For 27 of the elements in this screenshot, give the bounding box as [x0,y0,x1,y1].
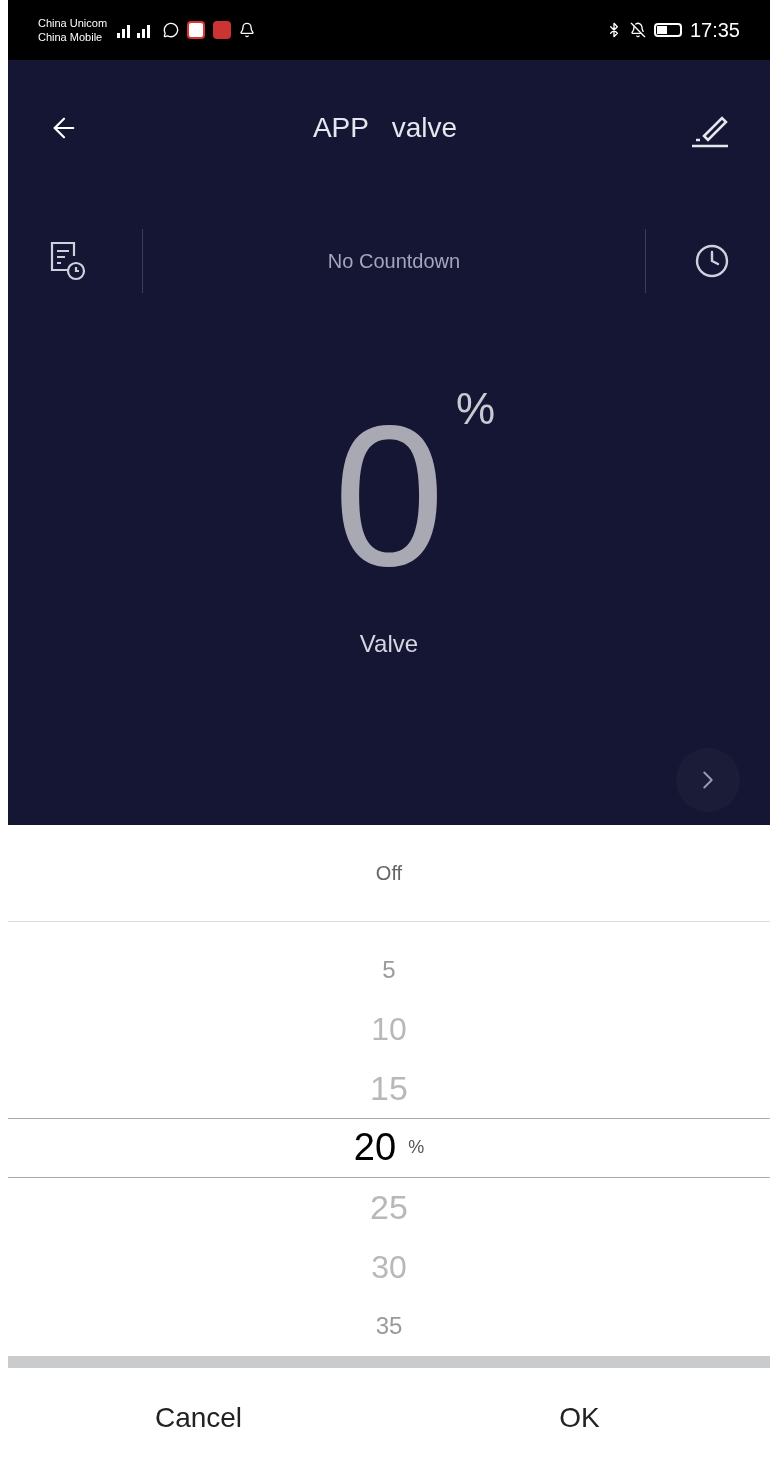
mute-icon [629,22,646,38]
percent-unit: % [408,1136,425,1160]
countdown-status: No Countdown [326,249,462,274]
battery-icon [653,23,682,37]
chat-icon [163,22,180,38]
picker-value[interactable]: 15 [370,1063,408,1114]
schedule-list-icon[interactable] [48,240,86,282]
off-option[interactable]: Off [375,858,403,888]
dialog-button[interactable]: Cancel [8,1368,389,1468]
page-title: APP valve [311,111,459,145]
picker-value[interactable]: 5 [382,951,396,988]
carrier-name: China Mobile [38,30,104,44]
app-icon [213,21,232,39]
app-icon [187,21,206,39]
percent-unit: % [456,383,496,435]
picker-value[interactable]: 35 [375,1308,403,1345]
clock-time: 17:35 [689,18,740,43]
dialog-button[interactable]: OK [389,1368,770,1468]
clock-icon[interactable] [694,243,730,279]
valve-label: Valve [359,629,419,659]
picker-value[interactable]: 25 [370,1181,408,1233]
bell-icon [239,22,256,38]
picker-value[interactable]: 20 [353,1119,397,1177]
picker-value[interactable]: 30 [371,1242,407,1291]
picker-value[interactable]: 10 [371,1005,407,1054]
carrier-name: China Unicom [38,16,108,30]
valve-reading: 0 [333,396,445,596]
